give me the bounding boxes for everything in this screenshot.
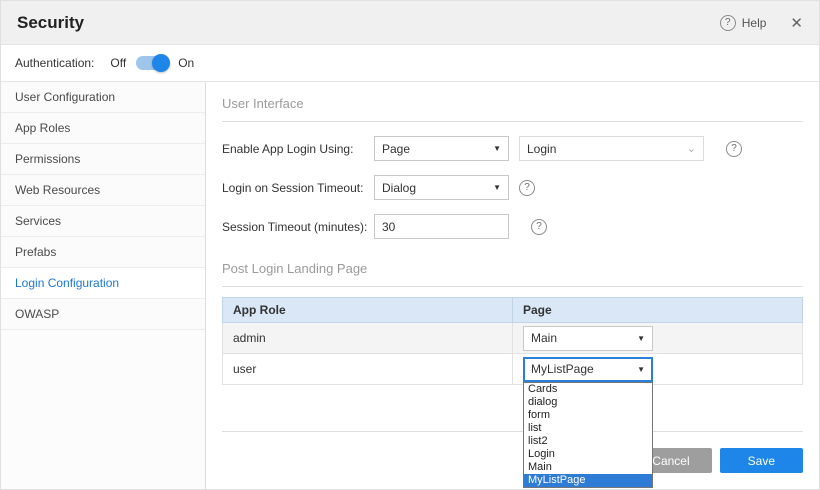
table-row: admin Main ▼ [223, 323, 803, 354]
login-page-value: Login [527, 142, 556, 156]
sidebar-item-services[interactable]: Services [1, 206, 205, 237]
main-content: User Interface Enable App Login Using: P… [206, 82, 819, 490]
chevron-down-icon: ⌄ [687, 142, 696, 155]
header-actions: ? Help ✕ [720, 14, 803, 32]
authentication-label: Authentication: [15, 56, 94, 70]
save-button[interactable]: Save [720, 448, 803, 473]
authentication-bar: Authentication: Off On [1, 45, 819, 82]
enable-app-login-help-icon[interactable]: ? [726, 141, 742, 157]
landing-page-table: App Role Page admin Main ▼ [222, 297, 803, 385]
table-row: user MyListPage ▼ Cards dialog [223, 354, 803, 385]
cell-role-admin: admin [223, 323, 513, 354]
footer-actions: Cancel Save [222, 431, 803, 490]
session-timeout-minutes-label: Session Timeout (minutes): [222, 220, 374, 234]
session-timeout-type-select[interactable]: Dialog ▼ [374, 175, 509, 200]
sidebar-item-permissions[interactable]: Permissions [1, 144, 205, 175]
page-title: Security [17, 13, 720, 33]
login-type-value: Page [382, 142, 410, 156]
sidebar-item-user-configuration[interactable]: User Configuration [1, 82, 205, 113]
page-options-dropdown: Cards dialog form list list2 Login Main … [523, 382, 653, 488]
caret-down-icon: ▼ [637, 334, 645, 343]
caret-down-icon: ▼ [637, 365, 645, 374]
sidebar: User Configuration App Roles Permissions… [1, 82, 206, 490]
admin-page-select[interactable]: Main ▼ [523, 326, 653, 351]
sidebar-item-login-configuration[interactable]: Login Configuration [1, 268, 205, 299]
toggle-off-label: Off [110, 56, 126, 70]
sidebar-item-owasp[interactable]: OWASP [1, 299, 205, 330]
dropdown-option[interactable]: MyListPage [524, 474, 652, 487]
user-page-value: MyListPage [531, 362, 594, 376]
header: Security ? Help ✕ [1, 1, 819, 45]
dropdown-option[interactable]: list [524, 422, 652, 435]
user-page-select-wrapper: MyListPage ▼ Cards dialog form list list… [523, 357, 653, 382]
dropdown-option[interactable]: list2 [524, 435, 652, 448]
field-session-timeout-minutes: Session Timeout (minutes): ? [222, 214, 803, 239]
column-header-page: Page [513, 298, 803, 323]
toggle-knob-icon [152, 54, 170, 72]
dropdown-option[interactable]: form [524, 409, 652, 422]
table-header-row: App Role Page [223, 298, 803, 323]
admin-page-value: Main [531, 331, 557, 345]
login-type-select[interactable]: Page ▼ [374, 136, 509, 161]
caret-down-icon: ▼ [493, 183, 501, 192]
help-icon[interactable]: ? [720, 15, 736, 31]
sidebar-item-prefabs[interactable]: Prefabs [1, 237, 205, 268]
section-title-post-login: Post Login Landing Page [222, 261, 803, 287]
user-page-select[interactable]: MyListPage ▼ [523, 357, 653, 382]
cell-role-user: user [223, 354, 513, 385]
caret-down-icon: ▼ [493, 144, 501, 153]
session-timeout-minutes-help-icon[interactable]: ? [531, 219, 547, 235]
toggle-on-label: On [178, 56, 194, 70]
enable-app-login-label: Enable App Login Using: [222, 142, 374, 156]
sidebar-item-web-resources[interactable]: Web Resources [1, 175, 205, 206]
section-title-user-interface: User Interface [222, 96, 803, 122]
dropdown-option[interactable]: Cards [524, 383, 652, 396]
dropdown-option[interactable]: Main [524, 461, 652, 474]
authentication-toggle[interactable] [136, 56, 168, 70]
session-timeout-type-value: Dialog [382, 181, 416, 195]
session-timeout-minutes-input[interactable] [374, 214, 509, 239]
session-timeout-login-label: Login on Session Timeout: [222, 181, 374, 195]
close-icon[interactable]: ✕ [790, 14, 803, 32]
help-label[interactable]: Help [742, 16, 767, 30]
dropdown-option[interactable]: Login [524, 448, 652, 461]
field-login-session-timeout: Login on Session Timeout: Dialog ▼ ? [222, 175, 803, 200]
login-page-select[interactable]: Login ⌄ [519, 136, 704, 161]
session-timeout-help-icon[interactable]: ? [519, 180, 535, 196]
sidebar-item-app-roles[interactable]: App Roles [1, 113, 205, 144]
field-enable-app-login: Enable App Login Using: Page ▼ Login ⌄ ? [222, 136, 803, 161]
security-window: Security ? Help ✕ Authentication: Off On… [0, 0, 820, 490]
column-header-app-role: App Role [223, 298, 513, 323]
dropdown-option[interactable]: dialog [524, 396, 652, 409]
